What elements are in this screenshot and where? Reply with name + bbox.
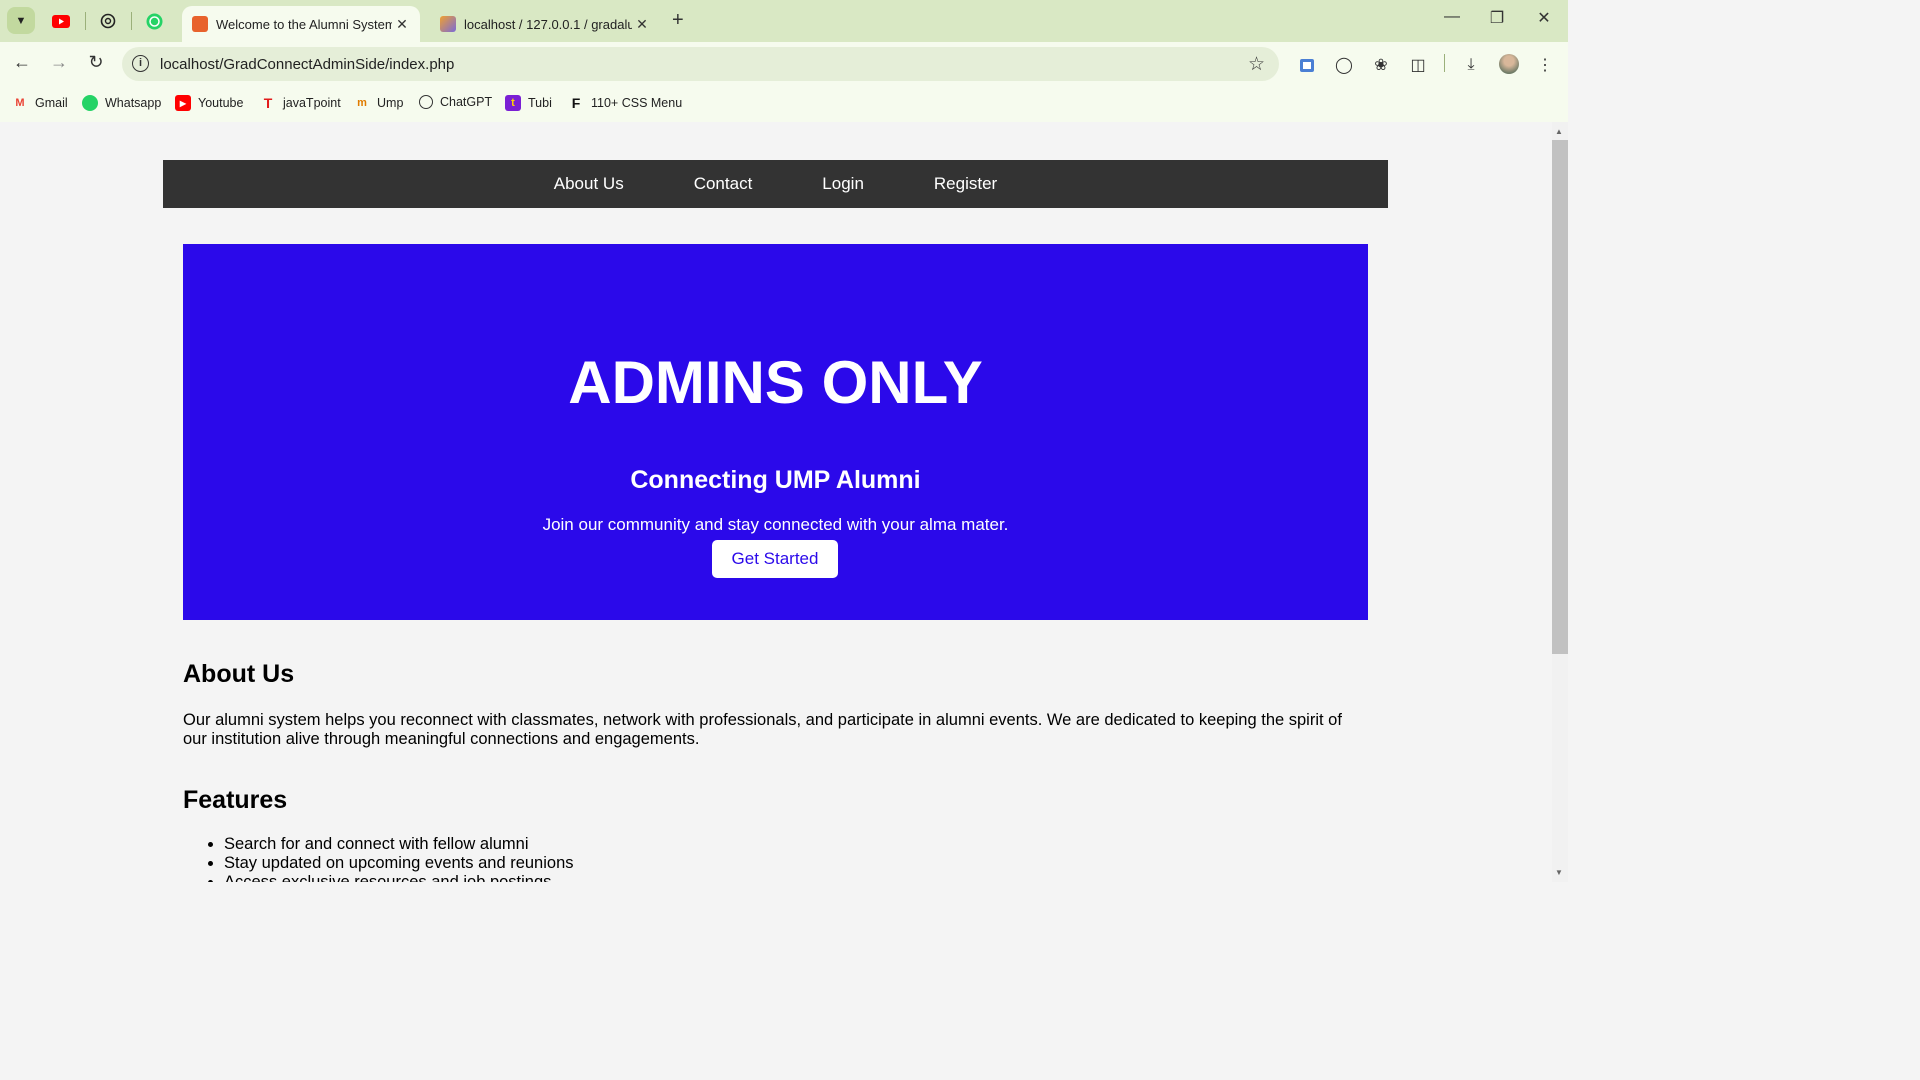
get-started-button[interactable]: Get Started [712, 540, 838, 578]
browser-toolbar: ← → ↻ i localhost/GradConnectAdminSide/i… [0, 42, 1568, 86]
nav-register[interactable]: Register [934, 174, 997, 194]
browser-tabstrip: ▼ Welcome to the Alumni System ✕ localho… [0, 0, 1568, 42]
close-icon[interactable]: ✕ [392, 16, 412, 33]
site-navbar: About Us Contact Login Register [163, 160, 1388, 208]
youtube-icon: ▶ [175, 95, 191, 111]
bookmark-ump[interactable]: m Ump [354, 95, 403, 111]
about-section: About Us Our alumni system helps you rec… [183, 660, 1368, 749]
menu-kebab-icon[interactable]: ⋮ [1534, 54, 1556, 76]
tab-separator [85, 12, 86, 30]
profile-avatar[interactable] [1499, 54, 1519, 74]
bookmark-gmail[interactable]: M Gmail [12, 95, 67, 111]
features-list: Search for and connect with fellow alumn… [224, 835, 1368, 882]
bookmark-youtube[interactable]: ▶ Youtube [175, 95, 243, 111]
tab-alumni-system[interactable]: Welcome to the Alumni System ✕ [182, 6, 420, 42]
nav-about-us[interactable]: About Us [554, 174, 624, 194]
tab-title: Welcome to the Alumni System [216, 16, 392, 32]
features-heading: Features [183, 786, 288, 814]
about-heading: About Us [183, 660, 295, 688]
whatsapp-icon [82, 95, 98, 111]
features-section: Features Search for and connect with fel… [183, 786, 1368, 882]
bookmark-star-icon[interactable]: ☆ [1248, 53, 1265, 76]
pinned-tab-youtube[interactable] [51, 11, 71, 31]
bookmark-whatsapp[interactable]: Whatsapp [82, 95, 161, 111]
chatgpt-icon [100, 13, 116, 29]
tab-phpmyadmin[interactable]: localhost / 127.0.0.1 / gradalumni ✕ [430, 6, 660, 42]
scroll-down-icon[interactable]: ▼ [1555, 868, 1563, 877]
chevron-down-icon: ▼ [15, 14, 27, 27]
chatgpt-icon [419, 95, 433, 109]
site-info-icon[interactable]: i [132, 55, 149, 72]
pinned-tab-whatsapp[interactable] [144, 11, 164, 31]
about-text: Our alumni system helps you reconnect wi… [183, 711, 1342, 748]
bookmarks-bar: M Gmail Whatsapp ▶ Youtube T javaTpoint … [0, 86, 1568, 122]
tab-separator [131, 12, 132, 30]
css-menu-icon: F [571, 95, 581, 111]
site-favicon-icon [192, 16, 208, 32]
extensions-puzzle-icon[interactable]: ◫ [1407, 54, 1429, 76]
whatsapp-icon [146, 13, 162, 29]
tab-title: localhost / 127.0.0.1 / gradalumni [464, 16, 632, 32]
phpmyadmin-icon [440, 16, 456, 32]
toolbar-separator [1444, 54, 1445, 72]
address-bar[interactable]: i localhost/GradConnectAdminSide/index.p… [122, 47, 1279, 81]
forward-icon[interactable]: → [46, 52, 72, 76]
restore-icon[interactable]: ❐ [1482, 8, 1512, 28]
list-item: Stay updated on upcoming events and reun… [224, 854, 1368, 873]
list-item: Search for and connect with fellow alumn… [224, 835, 1368, 854]
extension-icon[interactable]: ◯ [1333, 54, 1355, 76]
back-icon[interactable]: ← [9, 52, 35, 76]
pinned-tab-chatgpt[interactable] [98, 11, 118, 31]
close-icon[interactable]: ✕ [632, 16, 652, 33]
hero-subtitle: Connecting UMP Alumni [630, 466, 921, 494]
hero-title: ADMINS ONLY [568, 349, 983, 416]
tubi-icon: t [505, 95, 521, 111]
youtube-icon [52, 14, 70, 28]
download-icon[interactable]: ⤓ [1460, 54, 1482, 76]
new-tab-button[interactable]: + [672, 9, 684, 32]
bookmark-css-menu[interactable]: F 110+ CSS Menu [568, 95, 682, 111]
reload-icon[interactable]: ↻ [83, 52, 109, 76]
translate-extension-icon[interactable] [1296, 54, 1318, 76]
page-viewport: About Us Contact Login Register ADMINS O… [0, 122, 1552, 882]
tab-search-button[interactable]: ▼ [7, 7, 35, 34]
minimize-icon[interactable]: — [1437, 8, 1467, 26]
hero-text: Join our community and stay connected wi… [542, 515, 1009, 534]
ump-icon: m [357, 97, 367, 109]
address-url[interactable]: localhost/GradConnectAdminSide/index.php [160, 56, 454, 73]
scrollbar-thumb[interactable] [1552, 140, 1568, 654]
bug-extension-icon[interactable]: ❀ [1370, 54, 1392, 76]
window-close-icon[interactable]: ✕ [1529, 8, 1559, 28]
bookmark-chatgpt[interactable]: ChatGPT [419, 95, 492, 109]
gmail-icon: M [15, 97, 25, 109]
javatpoint-icon: T [263, 95, 273, 111]
scroll-up-icon[interactable]: ▲ [1555, 127, 1563, 136]
hero-banner: ADMINS ONLY Connecting UMP Alumni Join o… [183, 244, 1368, 620]
bookmark-tubi[interactable]: t Tubi [505, 95, 552, 111]
list-item: Access exclusive resources and job posti… [224, 873, 1368, 882]
bookmark-javatpoint[interactable]: T javaTpoint [260, 95, 341, 111]
nav-login[interactable]: Login [822, 174, 864, 194]
nav-contact[interactable]: Contact [694, 174, 753, 194]
